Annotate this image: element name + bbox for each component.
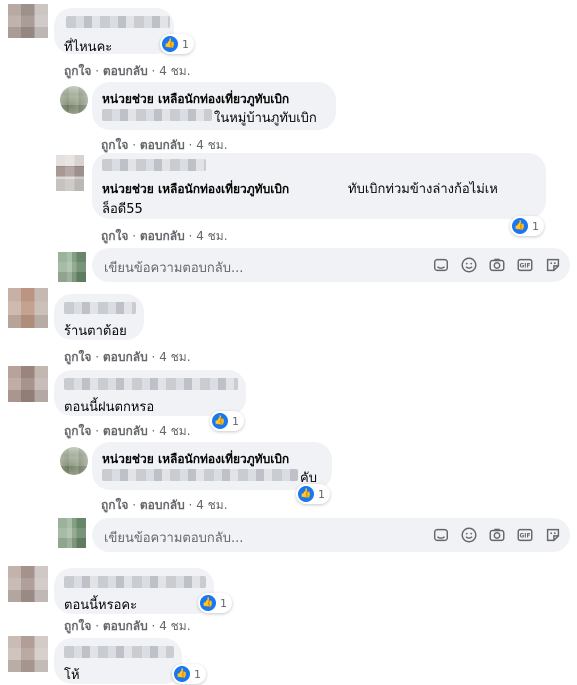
like-icon: 👍 bbox=[212, 413, 228, 429]
comment-actions: ถูกใจ · ตอบกลับ · 4 ชม. bbox=[101, 229, 228, 243]
svg-text:GIF: GIF bbox=[520, 264, 531, 270]
reply-bubble: หน่วยช่วย เหลือนักท่องเที่ยวภูทับเบิก ทั… bbox=[92, 153, 546, 219]
like-button[interactable]: ถูกใจ bbox=[101, 229, 128, 243]
like-button[interactable]: ถูกใจ bbox=[64, 64, 91, 78]
comment-actions: ถูกใจ · ตอบกลับ · 4 ชม. bbox=[64, 424, 191, 438]
comment-text: ที่ไหนคะ bbox=[64, 40, 113, 55]
comment-text: ตอนนี้หรอคะ bbox=[64, 598, 138, 613]
timestamp[interactable]: 4 ชม. bbox=[159, 350, 190, 364]
like-button[interactable]: ถูกใจ bbox=[64, 350, 91, 364]
timestamp[interactable]: 4 ชม. bbox=[196, 229, 227, 243]
avatar[interactable] bbox=[60, 86, 88, 114]
like-button[interactable]: ถูกใจ bbox=[101, 138, 128, 152]
reply-placeholder: เขียนข้อความตอบกลับ... bbox=[104, 261, 244, 276]
like-icon: 👍 bbox=[512, 218, 528, 234]
comment-bubble: ที่ไหนคะ bbox=[54, 8, 174, 55]
like-icon: 👍 bbox=[174, 666, 190, 682]
commenter-name[interactable] bbox=[66, 16, 170, 28]
comment-bubble: ตอนนี้ฝนตกหรอ bbox=[54, 370, 246, 416]
reply-input[interactable]: เขียนข้อความตอบกลับ... GIF bbox=[92, 248, 570, 282]
avatar[interactable] bbox=[8, 288, 48, 328]
sticker-icon[interactable] bbox=[542, 525, 564, 545]
commenter-name[interactable] bbox=[64, 576, 206, 588]
reply-input[interactable]: เขียนข้อความตอบกลับ... GIF bbox=[92, 518, 570, 552]
reply-button[interactable]: ตอบกลับ bbox=[103, 64, 148, 78]
avatar[interactable] bbox=[60, 447, 88, 475]
tagged-page[interactable]: หน่วยช่วย เหลือนักท่องเที่ยวภูทับเบิก bbox=[102, 180, 289, 199]
gif-icon[interactable]: GIF bbox=[514, 255, 536, 275]
reply-button[interactable]: ตอบกลับ bbox=[103, 350, 148, 364]
comment-actions: ถูกใจ · ตอบกลับ · 4 ชม. bbox=[101, 498, 228, 512]
reaction-count[interactable]: 👍 1 bbox=[160, 34, 194, 54]
camera-icon[interactable] bbox=[486, 525, 508, 545]
gif-icon[interactable]: GIF bbox=[514, 525, 536, 545]
avatar[interactable] bbox=[56, 155, 84, 191]
avatar[interactable] bbox=[8, 636, 48, 672]
avatar[interactable] bbox=[8, 566, 48, 602]
comment-text: โห้ bbox=[64, 668, 80, 683]
commenter-name[interactable] bbox=[102, 159, 206, 171]
like-button[interactable]: ถูกใจ bbox=[64, 619, 91, 633]
avatar[interactable] bbox=[8, 366, 48, 402]
reply-text-line1: ทับเบิกท่วมข้างล่างก้อไม่เห bbox=[348, 182, 498, 197]
commenter-name[interactable] bbox=[64, 302, 136, 314]
emoji-icon[interactable] bbox=[430, 255, 452, 275]
reply-button[interactable]: ตอบกลับ bbox=[140, 498, 185, 512]
reaction-count[interactable]: 👍 1 bbox=[296, 484, 330, 504]
comment-bubble: ตอนนี้หรอคะ bbox=[54, 568, 214, 614]
reaction-count[interactable]: 👍 1 bbox=[172, 664, 206, 684]
reply-bubble: หน่วยช่วย เหลือนักท่องเที่ยวภูทับเบิก ใน… bbox=[92, 82, 336, 130]
tagged-name[interactable] bbox=[102, 109, 212, 121]
like-button[interactable]: ถูกใจ bbox=[64, 424, 91, 438]
comment-actions: ถูกใจ · ตอบกลับ · 4 ชม. bbox=[64, 619, 191, 633]
reply-button[interactable]: ตอบกลับ bbox=[140, 138, 185, 152]
reply-placeholder: เขียนข้อความตอบกลับ... bbox=[104, 531, 244, 546]
comment-actions: ถูกใจ · ตอบกลับ · 4 ชม. bbox=[64, 350, 191, 364]
timestamp[interactable]: 4 ชม. bbox=[196, 138, 227, 152]
reply-button[interactable]: ตอบกลับ bbox=[103, 424, 148, 438]
like-button[interactable]: ถูกใจ bbox=[101, 498, 128, 512]
timestamp[interactable]: 4 ชม. bbox=[196, 498, 227, 512]
camera-icon[interactable] bbox=[486, 255, 508, 275]
svg-text:GIF: GIF bbox=[520, 534, 531, 540]
avatar bbox=[58, 252, 86, 282]
emoji-icon[interactable] bbox=[430, 525, 452, 545]
sticker-icon[interactable] bbox=[542, 255, 564, 275]
avatar[interactable] bbox=[8, 4, 48, 38]
smile-icon[interactable] bbox=[458, 525, 480, 545]
smile-icon[interactable] bbox=[458, 255, 480, 275]
reply-button[interactable]: ตอบกลับ bbox=[103, 619, 148, 633]
reaction-count[interactable]: 👍 1 bbox=[210, 411, 244, 431]
reply-button[interactable]: ตอบกลับ bbox=[140, 229, 185, 243]
comment-text: ตอนนี้ฝนตกหรอ bbox=[64, 400, 155, 415]
comment-bubble: ร้านตาต้อย bbox=[54, 294, 144, 340]
like-icon: 👍 bbox=[298, 486, 314, 502]
reply-bubble: หน่วยช่วย เหลือนักท่องเที่ยวภูทับเบิก คั… bbox=[92, 442, 332, 490]
timestamp[interactable]: 4 ชม. bbox=[159, 424, 190, 438]
reply-text: ในหมู่บ้านภูทับเบิก bbox=[214, 111, 317, 126]
reply-author[interactable]: หน่วยช่วย เหลือนักท่องเที่ยวภูทับเบิก bbox=[102, 450, 289, 469]
comment-bubble: โห้ bbox=[54, 638, 182, 684]
avatar bbox=[58, 518, 86, 548]
commenter-name[interactable] bbox=[64, 646, 174, 658]
comment-text: ร้านตาต้อย bbox=[64, 324, 127, 339]
commenter-name[interactable] bbox=[64, 378, 238, 390]
reaction-count[interactable]: 👍 1 bbox=[510, 216, 544, 236]
timestamp[interactable]: 4 ชม. bbox=[159, 64, 190, 78]
like-icon: 👍 bbox=[200, 595, 216, 611]
comment-actions: ถูกใจ · ตอบกลับ · 4 ชม. bbox=[64, 64, 191, 78]
reaction-count[interactable]: 👍 1 bbox=[198, 593, 232, 613]
like-icon: 👍 bbox=[162, 36, 178, 52]
timestamp[interactable]: 4 ชม. bbox=[159, 619, 190, 633]
reply-text-line2: ล็อดี55 bbox=[102, 202, 143, 217]
tagged-name[interactable] bbox=[102, 469, 298, 481]
